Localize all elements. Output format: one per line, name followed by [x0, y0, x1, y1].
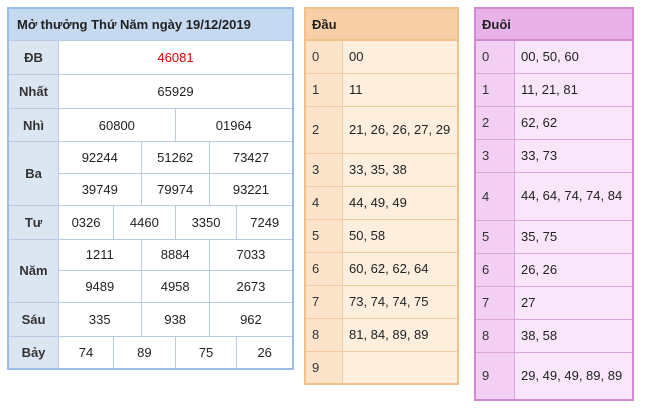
prize-bay-value: 89 — [113, 335, 176, 370]
duoi-value: 00, 50, 60 — [514, 39, 634, 74]
duoi-key: 8 — [474, 318, 515, 353]
prize-ba-value: 51262 — [140, 141, 210, 175]
prize-bay-value: 74 — [57, 335, 115, 370]
duoi-value: 35, 75 — [514, 219, 634, 254]
prize-nam-value: 4958 — [140, 270, 210, 303]
prize-label-nhat: Nhất — [7, 73, 59, 109]
prize-nhat-value: 65929 — [58, 73, 294, 109]
duoi-key: 9 — [474, 351, 515, 401]
results-title: Mở thưởng Thứ Năm ngày 19/12/2019 — [7, 7, 294, 42]
duoi-key: 3 — [474, 138, 515, 173]
duoi-value: 38, 58 — [514, 318, 634, 353]
duoi-key: 0 — [474, 39, 515, 74]
prize-ba-value: 79974 — [140, 173, 210, 206]
duoi-key: 1 — [474, 72, 515, 107]
duoi-key: 5 — [474, 219, 515, 254]
dau-key: 1 — [304, 72, 343, 107]
dau-value: 60, 62, 62, 64 — [342, 251, 459, 286]
duoi-key: 2 — [474, 105, 515, 140]
duoi-key: 4 — [474, 171, 515, 221]
dau-key: 5 — [304, 218, 343, 253]
duoi-table: Đuôi 0 00, 50, 60 1 11, 21, 81 2 62, 62 3 33… — [474, 7, 634, 401]
prize-nhi-value: 60800 — [58, 107, 176, 143]
dau-value: 44, 49, 49 — [342, 185, 459, 220]
prize-label-db: ĐB — [7, 40, 59, 75]
dau-key: 7 — [304, 284, 343, 319]
prize-label-bay: Bảy — [7, 335, 59, 370]
prize-nam-value: 8884 — [140, 238, 210, 272]
prize-tu-value: 7249 — [236, 204, 294, 240]
duoi-value: 26, 26 — [514, 252, 634, 287]
prize-tu-value: 4460 — [113, 204, 176, 240]
dau-value: 73, 74, 74, 75 — [342, 284, 459, 319]
dau-value: 33, 35, 38 — [342, 152, 459, 187]
prize-nam-value: 9489 — [58, 270, 142, 303]
dau-value: 50, 58 — [342, 218, 459, 253]
prize-ba-value: 73427 — [208, 141, 294, 175]
prize-label-ba: Ba — [7, 141, 59, 206]
prize-nam-value: 2673 — [208, 270, 294, 303]
dau-value: 00 — [342, 39, 459, 74]
prize-ba-value: 93221 — [208, 173, 294, 206]
prize-db-value: 46081 — [58, 40, 294, 75]
duoi-value: 33, 73 — [514, 138, 634, 173]
prize-nam-value: 7033 — [208, 238, 294, 272]
prize-bay-value: 75 — [174, 335, 238, 370]
prize-nam-value: 1211 — [58, 238, 142, 272]
prize-label-sau: Sáu — [7, 301, 59, 337]
prize-label-nhi: Nhì — [7, 107, 59, 143]
dau-key: 9 — [304, 350, 343, 385]
prize-sau-value: 938 — [140, 301, 210, 337]
prize-label-tu: Tư — [7, 204, 59, 240]
dau-key: 4 — [304, 185, 343, 220]
prize-ba-value: 92244 — [58, 141, 142, 175]
dau-table: Đầu 0 00 1 11 2 21, 26, 26, 27, 29 3 33, 35,… — [304, 7, 459, 385]
prize-sau-value: 962 — [208, 301, 294, 337]
duoi-value: 62, 62 — [514, 105, 634, 140]
duoi-title: Đuôi — [474, 7, 634, 41]
prize-sau-value: 335 — [58, 301, 142, 337]
prize-nhi-value: 01964 — [174, 107, 294, 143]
dau-key: 2 — [304, 105, 343, 154]
duoi-value: 27 — [514, 285, 634, 320]
dau-title: Đầu — [304, 7, 459, 41]
prize-ba-value: 39749 — [58, 173, 142, 206]
dau-key: 6 — [304, 251, 343, 286]
results-table: Mở thưởng Thứ Năm ngày 19/12/2019 ĐB 460… — [7, 7, 294, 370]
duoi-value: 11, 21, 81 — [514, 72, 634, 107]
dau-key: 3 — [304, 152, 343, 187]
prize-tu-value: 3350 — [174, 204, 238, 240]
dau-key: 8 — [304, 317, 343, 352]
dau-value: 81, 84, 89, 89 — [342, 317, 459, 352]
dau-value — [342, 350, 459, 385]
duoi-value: 44, 64, 74, 74, 84 — [514, 171, 634, 221]
dau-value: 11 — [342, 72, 459, 107]
prize-tu-value: 0326 — [57, 204, 115, 240]
dau-value: 21, 26, 26, 27, 29 — [342, 105, 459, 154]
duoi-value: 29, 49, 49, 89, 89 — [514, 351, 634, 401]
dau-key: 0 — [304, 39, 343, 74]
duoi-key: 6 — [474, 252, 515, 287]
prize-bay-value: 26 — [236, 335, 294, 370]
duoi-key: 7 — [474, 285, 515, 320]
prize-label-nam: Năm — [7, 238, 59, 303]
